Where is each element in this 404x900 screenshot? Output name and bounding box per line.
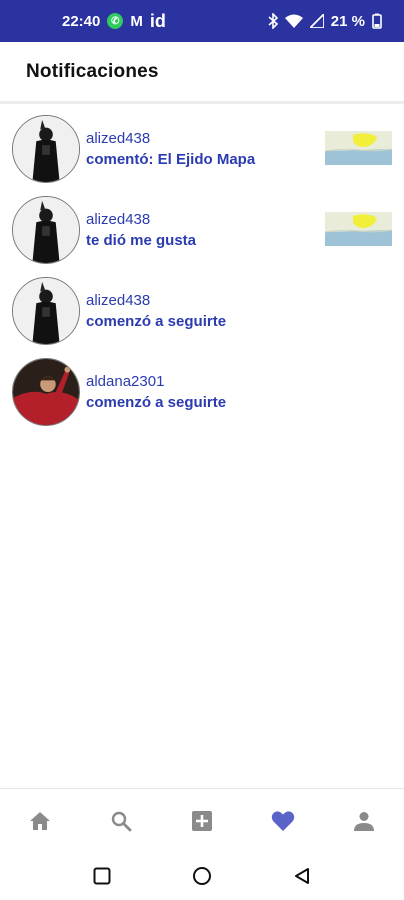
whatsapp-icon: ✆ [107, 13, 124, 29]
battery-level: 21 % [330, 12, 365, 30]
notification-text: alized438 comentó: El Ejido Mapa [86, 129, 255, 171]
notification-item[interactable]: alized438 comenzó a seguirte [0, 269, 404, 350]
clock: 22:40 [62, 12, 101, 30]
notification-item[interactable]: alized438 comentó: El Ejido Mapa [0, 107, 404, 188]
status-bar: 22:40 ✆ M id 21 % [0, 0, 404, 42]
notification-item[interactable]: aldana2301 comenzó a seguirte [0, 350, 404, 431]
username[interactable]: alized438 [86, 129, 255, 149]
notification-action: comenzó a seguirte [86, 394, 227, 411]
home-button[interactable] [190, 864, 214, 888]
gmail-icon: M [130, 12, 143, 30]
status-bar-left: 22:40 ✆ M id [62, 11, 166, 32]
system-navigation [0, 852, 404, 900]
avatar[interactable] [12, 358, 80, 426]
notification-text: alized438 te dió me gusta [86, 210, 196, 252]
avatar[interactable] [12, 277, 80, 345]
notification-action: te dió me gusta [86, 232, 197, 249]
username[interactable]: aldana2301 [86, 372, 226, 392]
home-icon[interactable] [20, 801, 60, 841]
signal-icon [309, 14, 324, 28]
status-bar-right: 21 % [268, 13, 382, 30]
wifi-icon [284, 14, 303, 28]
post-thumbnail[interactable] [325, 212, 392, 246]
username[interactable]: alized438 [86, 210, 196, 230]
post-thumbnail[interactable] [325, 131, 392, 165]
recents-button[interactable] [90, 864, 114, 888]
heart-icon[interactable] [263, 801, 303, 841]
notification-action: comenzó a seguirte [86, 313, 227, 330]
username[interactable]: alized438 [86, 291, 226, 311]
notification-text: aldana2301 comenzó a seguirte [86, 372, 226, 414]
avatar[interactable] [12, 196, 80, 264]
notification-item[interactable]: alized438 te dió me gusta [0, 188, 404, 269]
bluetooth-icon [268, 13, 278, 29]
app-header: Notificaciones [0, 42, 404, 104]
avatar[interactable] [12, 115, 80, 183]
id-app-label: id [149, 10, 166, 31]
notification-action: comentó: El Ejido Mapa [86, 151, 256, 168]
battery-icon [372, 13, 382, 29]
search-icon[interactable] [101, 801, 141, 841]
page-title: Notificaciones [26, 60, 159, 82]
notification-list: alized438 comentó: El Ejido Mapa alized4… [0, 107, 404, 431]
back-button[interactable] [290, 864, 314, 888]
bottom-navigation [0, 788, 404, 852]
notification-text: alized438 comenzó a seguirte [86, 291, 226, 333]
profile-icon[interactable] [344, 801, 384, 841]
add-icon[interactable] [182, 801, 222, 841]
